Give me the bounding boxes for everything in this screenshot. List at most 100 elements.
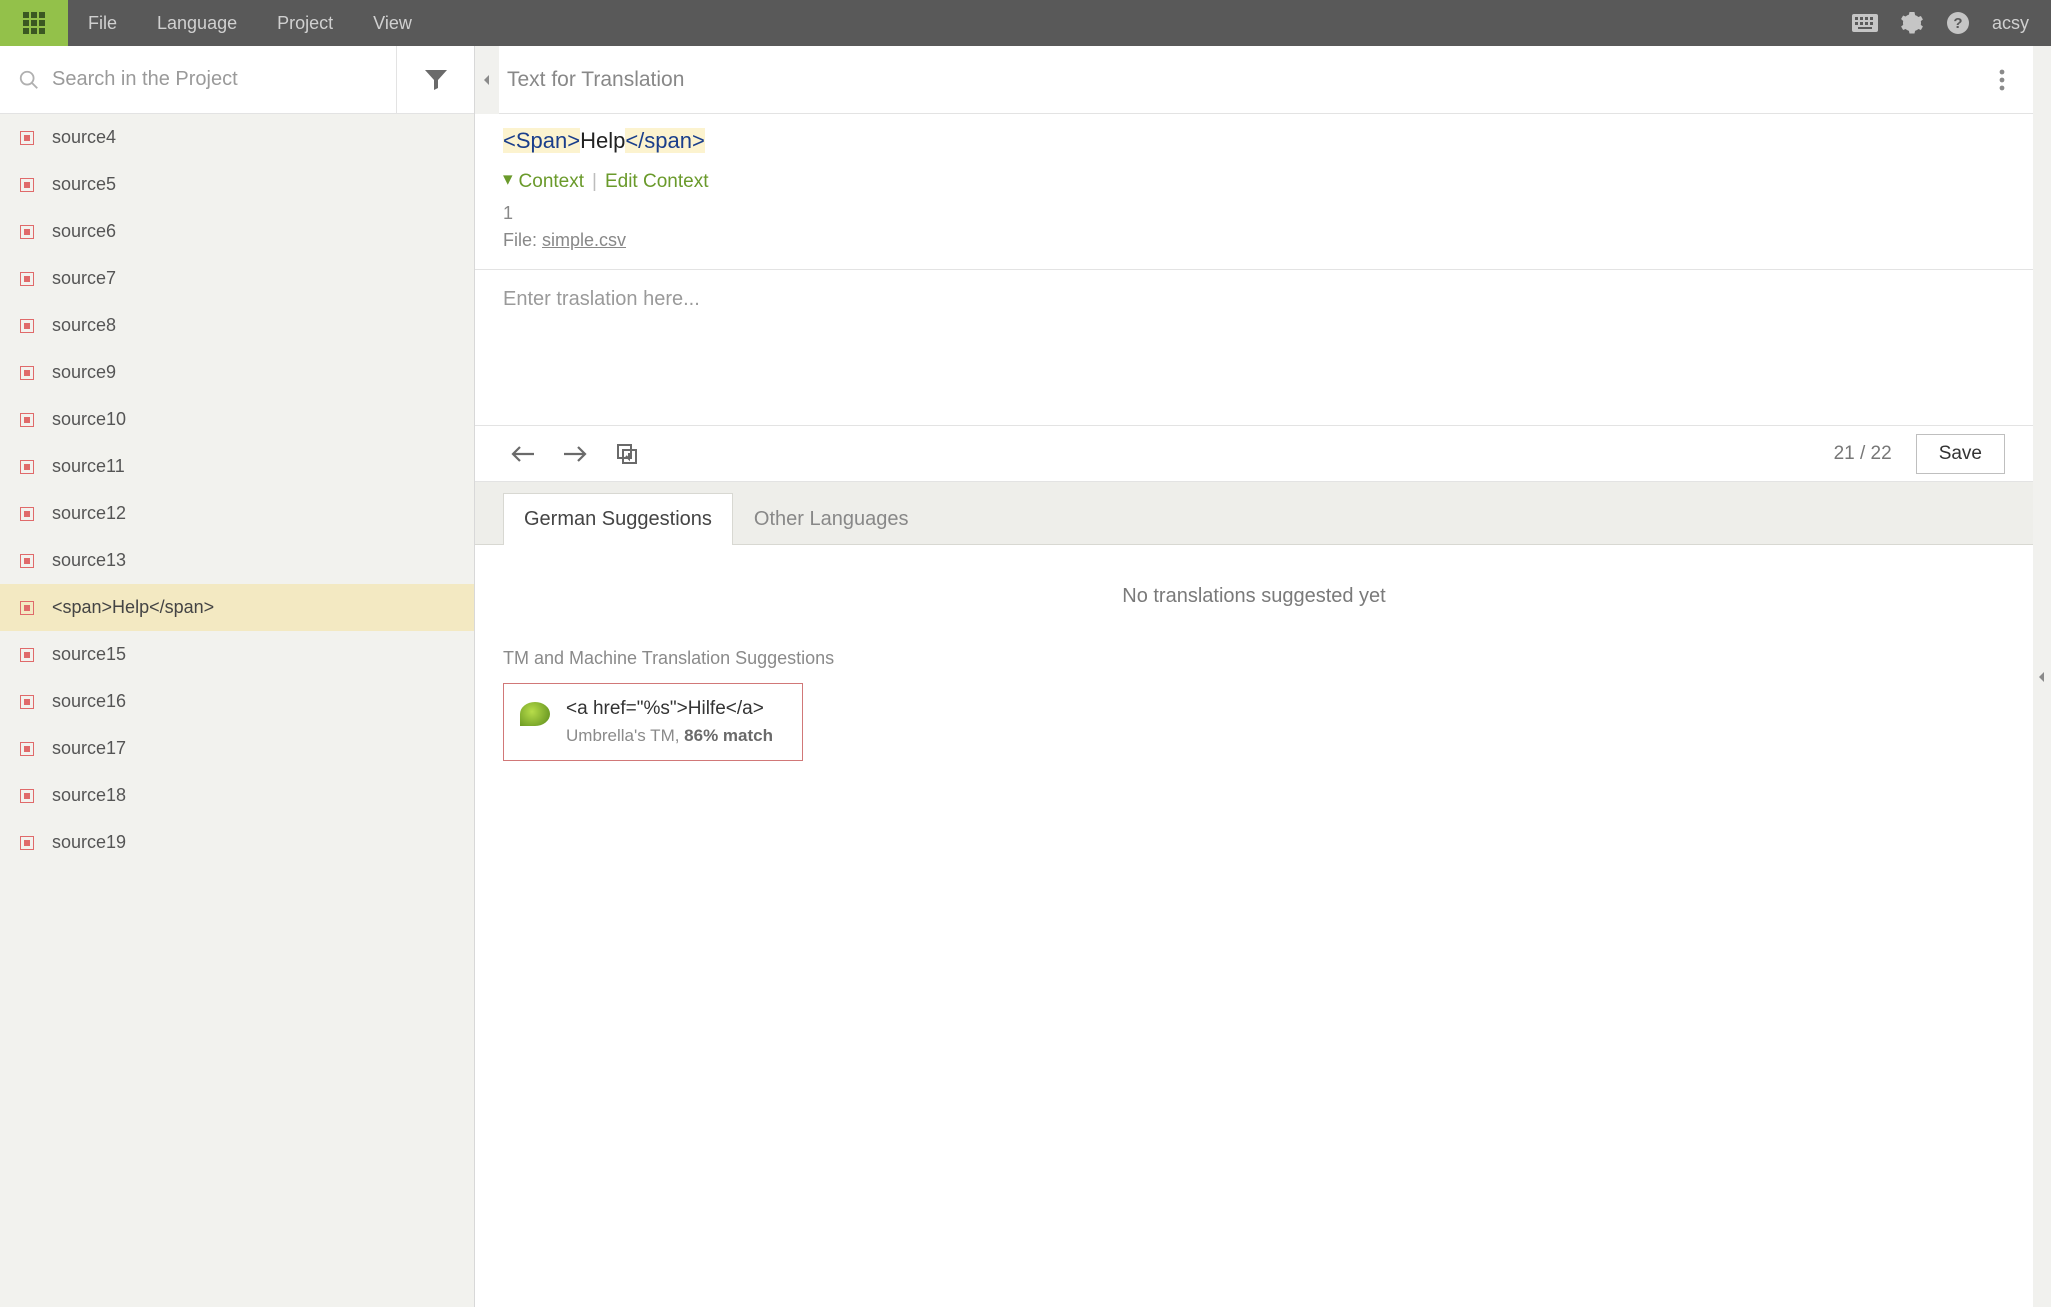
list-item-label: source5 <box>52 174 116 195</box>
list-item-label: source8 <box>52 315 116 336</box>
list-item[interactable]: source11 <box>0 443 474 490</box>
list-item[interactable]: source18 <box>0 772 474 819</box>
source-open-tag: <Span> <box>503 128 580 153</box>
menu-view[interactable]: View <box>353 0 432 46</box>
kebab-icon <box>1999 69 2005 91</box>
apps-menu-button[interactable] <box>0 0 68 46</box>
help-icon[interactable]: ? <box>1946 11 1970 35</box>
editor-title: Text for Translation <box>499 68 1981 92</box>
svg-text:?: ? <box>1953 15 1962 32</box>
left-panel: source4 source5 source6 source7 source8 sourc… <box>0 46 475 1307</box>
filter-button[interactable] <box>396 46 474 114</box>
list-item[interactable]: source17 <box>0 725 474 772</box>
copy-source-button[interactable] <box>607 434 647 474</box>
search-icon <box>18 69 40 91</box>
list-item[interactable]: source10 <box>0 396 474 443</box>
status-untranslated-icon <box>20 272 34 286</box>
keyboard-icon[interactable] <box>1852 14 1878 32</box>
edit-context-link[interactable]: Edit Context <box>605 171 709 192</box>
source-strings-list[interactable]: source4 source5 source6 source7 source8 sourc… <box>0 114 474 1307</box>
top-menu-bar: File Language Project View ? acsy <box>0 0 2051 46</box>
list-item[interactable]: source19 <box>0 819 474 866</box>
list-item[interactable]: source16 <box>0 678 474 725</box>
source-text-display: <Span>Help</span> <box>503 128 2005 154</box>
context-file-link[interactable]: simple.csv <box>542 230 626 250</box>
status-untranslated-icon <box>20 413 34 427</box>
list-item-label: <span>Help</span> <box>52 597 214 618</box>
list-item-label: source18 <box>52 785 126 806</box>
status-untranslated-icon <box>20 366 34 380</box>
tab-other-languages[interactable]: Other Languages <box>733 493 930 545</box>
menu-file[interactable]: File <box>68 0 137 46</box>
arrow-left-icon <box>510 444 536 464</box>
tm-section-heading: TM and Machine Translation Suggestions <box>503 648 2005 669</box>
status-untranslated-icon <box>20 460 34 474</box>
list-item-label: source17 <box>52 738 126 759</box>
status-untranslated-icon <box>20 742 34 756</box>
list-item[interactable]: source4 <box>0 114 474 161</box>
status-untranslated-icon <box>20 695 34 709</box>
apps-grid-icon <box>23 12 45 34</box>
next-string-button[interactable] <box>555 434 595 474</box>
status-untranslated-icon <box>20 789 34 803</box>
list-item-label: source10 <box>52 409 126 430</box>
tm-suggestion-meta: Umbrella's TM, 86% match <box>566 726 773 746</box>
translation-textarea[interactable] <box>475 270 2033 420</box>
context-file: File: simple.csv <box>503 230 2005 251</box>
status-untranslated-icon <box>20 836 34 850</box>
search-input[interactable] <box>40 68 396 91</box>
list-item-label: source6 <box>52 221 116 242</box>
main-menu: File Language Project View <box>68 0 432 46</box>
list-item-label: source15 <box>52 644 126 665</box>
status-untranslated-icon <box>20 554 34 568</box>
string-counter: 21 / 22 <box>1834 443 1892 465</box>
list-item-label: source7 <box>52 268 116 289</box>
tm-suggestion-text: <a href="%s">Hilfe</a> <box>566 698 773 720</box>
list-item[interactable]: source15 <box>0 631 474 678</box>
list-item-label: source16 <box>52 691 126 712</box>
menu-project[interactable]: Project <box>257 0 353 46</box>
list-item[interactable]: source9 <box>0 349 474 396</box>
copy-icon <box>615 442 639 466</box>
tab-german-suggestions[interactable]: German Suggestions <box>503 493 733 545</box>
editor-panel: Text for Translation <Span>Help</span> ▾… <box>475 46 2033 1307</box>
save-button[interactable]: Save <box>1916 434 2005 474</box>
context-id: 1 <box>503 203 2005 224</box>
status-untranslated-icon <box>20 601 34 615</box>
status-untranslated-icon <box>20 178 34 192</box>
username-label[interactable]: acsy <box>1992 13 2029 34</box>
list-item[interactable]: source8 <box>0 302 474 349</box>
list-item[interactable]: source13 <box>0 537 474 584</box>
list-item-label: source12 <box>52 503 126 524</box>
topbar-right: ? acsy <box>1852 11 2051 35</box>
search-row <box>0 46 474 114</box>
status-untranslated-icon <box>20 225 34 239</box>
list-item[interactable]: source5 <box>0 161 474 208</box>
list-item[interactable]: source7 <box>0 255 474 302</box>
list-item-label: source19 <box>52 832 126 853</box>
collapse-right-handle[interactable] <box>2033 46 2051 1307</box>
status-untranslated-icon <box>20 131 34 145</box>
context-toggle[interactable]: Context <box>519 171 584 192</box>
status-untranslated-icon <box>20 507 34 521</box>
list-item[interactable]: <span>Help</span> <box>0 584 474 631</box>
funnel-icon <box>424 69 448 91</box>
list-item-label: source11 <box>52 456 125 477</box>
menu-language[interactable]: Language <box>137 0 257 46</box>
list-item[interactable]: source6 <box>0 208 474 255</box>
list-item-label: source13 <box>52 550 126 571</box>
arrow-right-icon <box>562 444 588 464</box>
prev-string-button[interactable] <box>503 434 543 474</box>
tm-provider-icon <box>520 702 550 726</box>
list-item[interactable]: source12 <box>0 490 474 537</box>
gear-icon[interactable] <box>1900 11 1924 35</box>
more-menu-button[interactable] <box>1981 59 2023 101</box>
status-untranslated-icon <box>20 648 34 662</box>
chevron-down-icon[interactable]: ▾ <box>503 168 513 191</box>
source-inner-text: Help <box>580 128 625 153</box>
no-suggestions-message: No translations suggested yet <box>503 555 2005 648</box>
tm-suggestion-card[interactable]: <a href="%s">Hilfe</a> Umbrella's TM, 86… <box>503 683 803 761</box>
status-untranslated-icon <box>20 319 34 333</box>
source-close-tag: </span> <box>625 128 705 153</box>
collapse-left-handle[interactable] <box>475 46 499 114</box>
